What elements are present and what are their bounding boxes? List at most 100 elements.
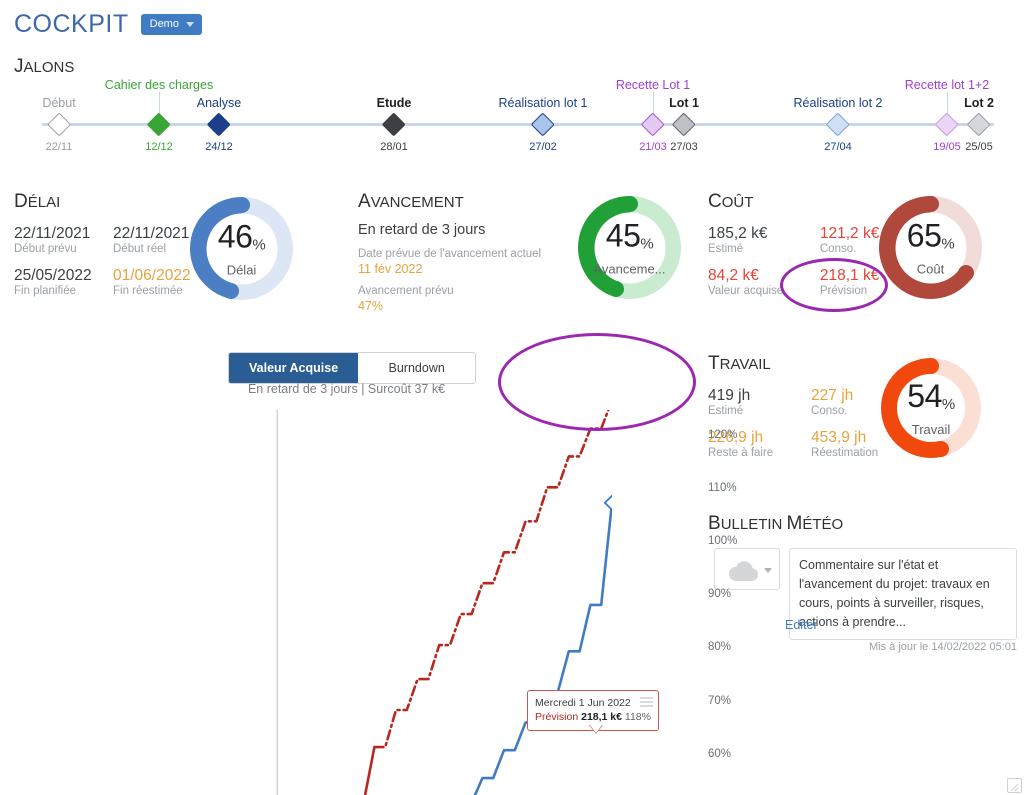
chart-series-cotrel xyxy=(363,745,376,795)
delai-value-1: 22/11/2021 xyxy=(14,225,91,242)
travail-caption-3: Reste à faire xyxy=(708,447,774,459)
cloud-icon xyxy=(727,560,761,587)
milestone-label: Analyse xyxy=(196,96,242,110)
avancement-value-2: 47% xyxy=(358,299,384,313)
weather-input-row: Commentaire sur l'état et l'avancement d… xyxy=(714,548,1017,640)
avancement-caption-2: Avancement prévu xyxy=(358,285,454,297)
donut-cout-label: Coût xyxy=(916,261,945,276)
travail-values: 419 jh Estimé 227 jh Conso. 226,9 jh Reste à … xyxy=(708,387,898,460)
donut-cap-end xyxy=(222,282,239,299)
y2-axis-tick-5: 60% xyxy=(708,747,732,760)
tooltip-value-line: Prévision 218,1 k€ 118% xyxy=(535,710,651,724)
y2-axis-tick-8: 90% xyxy=(708,588,732,601)
milestone-diamond xyxy=(934,112,960,137)
demo-project-selector[interactable]: Demo xyxy=(140,14,202,35)
milestone-date: 25/05 xyxy=(965,141,993,153)
kpi-travail: TRAVAIL 419 jh Estimé 227 jh Conso. 226,9 jh… xyxy=(708,352,898,460)
milestone-date: 22/11 xyxy=(45,141,73,153)
donut-travail-center: 54% Travail xyxy=(897,374,965,442)
milestone-label: Recette Lot 1 xyxy=(615,78,691,92)
milestones-heading-rest: ALONS xyxy=(23,59,75,76)
donut-delai-center: 46% Délai xyxy=(206,213,277,284)
cout-heading: COÛT xyxy=(708,191,754,212)
donut-cap-start xyxy=(233,197,250,213)
tooltip-percent: 118% xyxy=(624,711,651,723)
page-header: COCKPIT Demo xyxy=(14,10,202,39)
milestone-diamond xyxy=(206,112,232,137)
donut-travail-percent: 54% xyxy=(907,377,955,414)
edit-bulletin-link[interactable]: Editer xyxy=(785,618,818,632)
delai-caption-1: Début prévu xyxy=(14,243,77,255)
window-resize-handle[interactable] xyxy=(1007,778,1022,793)
donut-cout-percent: 65% xyxy=(906,217,955,253)
tab-valeur-acquise[interactable]: Valeur Acquise xyxy=(229,353,359,383)
milestone-date: 21/03 xyxy=(639,141,667,153)
travail-caption-1: Estimé xyxy=(708,405,744,417)
avancement-row-1: Date prévue de l'avancement actuel 11 fév… xyxy=(358,248,578,276)
donut-cout: 65% Coût xyxy=(879,196,982,299)
forecast-highlight-ellipse xyxy=(498,333,696,431)
milestone-date: 27/02 xyxy=(529,141,557,153)
donut-cap-start xyxy=(923,358,939,374)
donut-avancement-center: 45% Avanceme... xyxy=(593,212,666,283)
cout-caption-1: Estimé xyxy=(708,243,744,255)
donut-avancement: 45% Avanceme... xyxy=(578,196,681,299)
delai-values: 22/11/2021 Début prévu 22/11/2021 Début rée… xyxy=(14,225,194,298)
milestone-diamond xyxy=(530,112,556,137)
donut-delai-label: Délai xyxy=(226,262,257,277)
travail-cell-1: 419 jh Estimé xyxy=(708,387,793,418)
delai-cell-1: 22/11/2021 Début prévu xyxy=(14,225,95,256)
donut-cout-center: 65% Coût xyxy=(895,212,966,283)
marker-cible-reference xyxy=(603,494,621,512)
cout-value-1: 185,2 k€ xyxy=(708,225,768,242)
y2-axis-tick-11: 120% xyxy=(708,428,738,441)
milestones-heading: JALONS xyxy=(14,56,74,78)
delai-cell-2: 22/11/2021 Début réel xyxy=(113,225,194,256)
milestone-diamond xyxy=(640,112,666,137)
chart-canvas xyxy=(276,370,621,795)
tab-burndown[interactable]: Burndown xyxy=(358,353,475,383)
milestone-diamond xyxy=(146,112,172,137)
milestone-date: 28/01 xyxy=(380,141,408,153)
milestone-label: Réalisation lot 1 xyxy=(498,96,588,110)
milestone-diamond xyxy=(46,112,72,137)
cout-prevision-highlight-ellipse xyxy=(780,258,888,312)
donut-travail: 54% Travail xyxy=(881,358,981,458)
delai-cell-4: 01/06/2022 Fin réestimée xyxy=(113,267,194,298)
avancement-subtitle: En retard de 3 jours xyxy=(358,222,486,238)
y2-axis-tick-6: 70% xyxy=(708,694,732,707)
weather-comment-text[interactable]: Commentaire sur l'état et l'avancement d… xyxy=(789,548,1017,640)
tooltip-pointer xyxy=(589,724,603,733)
milestone-date: 19/05 xyxy=(933,141,961,153)
milestone-label: Début xyxy=(42,96,76,110)
weather-select[interactable] xyxy=(714,548,780,590)
milestone-timeline: Début 22/11 Cahier des charges 12/12 Analyse… xyxy=(14,78,1009,156)
milestone-date: 12/12 xyxy=(145,141,173,153)
milestone-date: 27/03 xyxy=(670,141,698,153)
chevron-down-icon xyxy=(185,22,194,27)
delai-caption-2: Début réel xyxy=(113,243,167,255)
travail-caption-4: Réestimation xyxy=(811,447,879,459)
drag-handle-icon[interactable] xyxy=(640,697,653,709)
delai-caption-3: Fin planifiée xyxy=(14,285,77,297)
tooltip-value: 218,1 k€ xyxy=(581,711,622,723)
milestone-diamond xyxy=(966,112,992,137)
y2-axis-tick-10: 110% xyxy=(708,481,737,494)
milestone-label: Recette lot 1+2 xyxy=(904,78,990,92)
cout-cell-1: 185,2 k€ Estimé xyxy=(708,225,802,256)
tooltip-date: Mercredi 1 Jun 2022 xyxy=(535,697,631,709)
travail-cell-4: 453,9 jh Réestimation xyxy=(811,429,898,460)
milestone-date: 24/12 xyxy=(205,141,233,153)
chart-tab-group: Valeur Acquise Burndown xyxy=(228,352,477,384)
donut-cap-end xyxy=(957,265,974,282)
milestone-label: Lot 1 xyxy=(669,96,699,110)
donut-avancement-percent: 45% xyxy=(605,217,654,253)
milestone-label: Cahier des charges xyxy=(104,78,214,92)
y2-axis-tick-7: 80% xyxy=(708,641,732,654)
avancement-values: Date prévue de l'avancement actuel 11 fév… xyxy=(358,248,578,313)
milestone-label: Réalisation lot 2 xyxy=(793,96,883,110)
donut-cap-start xyxy=(621,196,638,212)
delai-value-2: 22/11/2021 xyxy=(113,225,190,242)
chevron-down-icon xyxy=(764,568,772,573)
travail-value-4: 453,9 jh xyxy=(811,429,867,446)
